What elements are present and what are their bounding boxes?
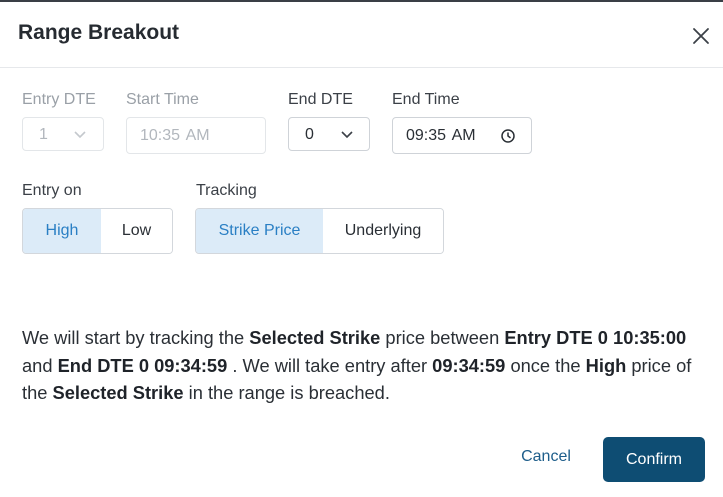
- clock-icon[interactable]: [500, 128, 516, 144]
- summary-text: We will start by tracking the: [22, 327, 250, 348]
- summary-text: . We will take entry after: [227, 354, 433, 376]
- chevron-down-icon: [74, 131, 86, 139]
- summary-strong: High: [585, 354, 627, 376]
- end-dte-value: 0: [305, 126, 314, 143]
- end-dte-label: End DTE: [288, 91, 353, 108]
- entry-dte-value: 1: [39, 126, 48, 143]
- end-time-value: 09:35 AM: [406, 127, 476, 144]
- dialog-title: Range Breakout: [18, 21, 180, 44]
- entry-on-label: Entry on: [22, 182, 82, 199]
- tracking-toggle: Strike Price Underlying: [195, 208, 444, 254]
- confirm-button[interactable]: Confirm: [603, 437, 705, 482]
- summary-strong: Entry DTE 0 10:35:00: [504, 327, 687, 348]
- summary-text: in the range is breached.: [183, 382, 390, 403]
- tracking-label: Tracking: [196, 182, 257, 199]
- summary-strong: Selected Strike: [249, 327, 381, 348]
- dialog-header: Range Breakout: [0, 2, 723, 68]
- entry-dte-label: Entry DTE: [22, 91, 96, 108]
- summary-text: and: [22, 354, 58, 376]
- start-time-input[interactable]: 10:35 AM: [126, 117, 266, 154]
- summary-strong: 09:34:59: [432, 354, 506, 376]
- close-icon[interactable]: [690, 25, 712, 47]
- cancel-button[interactable]: Cancel: [506, 448, 586, 466]
- end-time-label: End Time: [392, 91, 460, 108]
- entry-dte-select[interactable]: 1: [22, 117, 104, 151]
- chevron-down-icon: [341, 131, 353, 139]
- summary-strong: End DTE 0 09:34:59: [57, 354, 228, 376]
- range-breakout-dialog: Range Breakout Entry DTE 1 Start Time 10…: [0, 2, 723, 497]
- summary-text: price between: [380, 327, 505, 348]
- range-breakout-summary: We will start by tracking the Selected S…: [22, 324, 702, 407]
- tracking-strike-price-button[interactable]: Strike Price: [196, 209, 323, 253]
- entry-on-toggle: High Low: [22, 208, 173, 254]
- start-time-label: Start Time: [126, 91, 199, 108]
- end-dte-select[interactable]: 0: [288, 117, 370, 151]
- entry-on-low-button[interactable]: Low: [101, 209, 172, 253]
- entry-on-high-button[interactable]: High: [23, 209, 101, 253]
- end-time-input[interactable]: 09:35 AM: [392, 117, 532, 154]
- summary-text: once the: [505, 354, 586, 376]
- start-time-value: 10:35 AM: [140, 127, 210, 144]
- tracking-underlying-button[interactable]: Underlying: [323, 209, 443, 253]
- summary-strong: Selected Strike: [52, 382, 184, 403]
